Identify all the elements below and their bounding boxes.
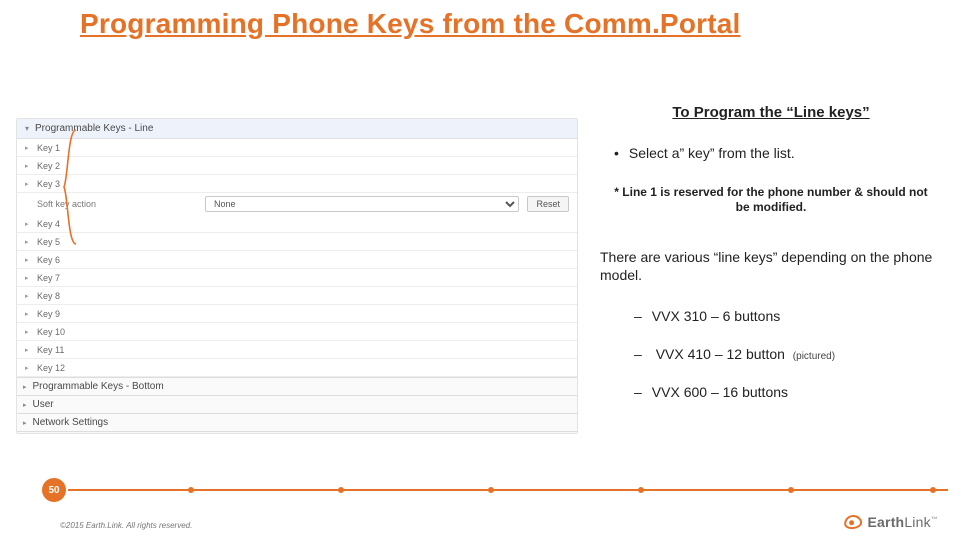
decorative-dotline [68, 489, 948, 491]
soft-key-action-label: Soft key action [37, 199, 197, 209]
chevron-down-icon: ▾ [25, 124, 29, 133]
settings-section-row[interactable]: ▸ User [17, 395, 577, 413]
note-line1-reserved: * Line 1 is reserved for the phone numbe… [606, 185, 936, 215]
chevron-right-icon: ▸ [23, 383, 27, 391]
key-label: Key 3 [37, 179, 60, 189]
settings-section-row[interactable]: ▸ Programmable Keys - Bottom [17, 377, 577, 395]
subheading: To Program the “Line keys” [600, 104, 942, 121]
settings-panel: ▾ Programmable Keys - Line ▸Key 1▸Key 2▸… [16, 118, 578, 434]
chevron-right-icon: ▸ [25, 220, 31, 228]
slide-footer: 50 ©2015 Earth.Link. All rights reserved… [0, 478, 960, 540]
section-label: User [33, 399, 54, 410]
key-row[interactable]: ▸ Key 7 [17, 269, 577, 287]
panel-header-programmable-keys-line[interactable]: ▾ Programmable Keys - Line [17, 119, 577, 139]
instructions-column: To Program the “Line keys” Select a” key… [600, 104, 942, 422]
chevron-right-icon: ▸ [25, 256, 31, 264]
key-label: Key 10 [37, 327, 65, 337]
key-action-subrow: Soft key action None Reset [17, 193, 577, 215]
chevron-right-icon: ▸ [25, 274, 31, 282]
key-row[interactable]: ▸ Key 5 [17, 233, 577, 251]
section-list: ▸ Programmable Keys - Bottom ▸ User ▸ Network… [17, 377, 577, 434]
trademark-icon: ™ [931, 516, 938, 523]
key-row[interactable]: ▸ Key 4 [17, 215, 577, 233]
chevron-right-icon: ▸ [25, 292, 31, 300]
chevron-right-icon: ▸ [25, 144, 31, 152]
key-row[interactable]: ▸ Key 10 [17, 323, 577, 341]
key-label: Key 7 [37, 273, 60, 283]
key-row[interactable]: ▸ Key 2 [17, 157, 577, 175]
key-row[interactable]: ▸ Key 1 [17, 139, 577, 157]
chevron-right-icon: ▸ [25, 346, 31, 354]
brand-word-1: Earth [868, 514, 905, 530]
soft-key-action-select[interactable]: None [205, 196, 519, 212]
settings-section-row[interactable]: ▸ Network Settings [17, 413, 577, 431]
earthlink-orb-icon [843, 514, 863, 530]
key-label: Key 2 [37, 161, 60, 171]
bullet-select-key: Select a” key” from the list. [614, 145, 942, 161]
settings-section-row[interactable]: ▸Paging Groups [17, 431, 577, 434]
section-label: Network Settings [33, 417, 109, 428]
key-row[interactable]: ▸ Key 11 [17, 341, 577, 359]
page-title: Programming Phone Keys from the Comm.Por… [80, 8, 741, 40]
key-row[interactable]: ▸ Key 6 [17, 251, 577, 269]
key-label: Key 1 [37, 143, 60, 153]
chevron-right-icon: ▸ [23, 419, 27, 427]
page-number-badge: 50 [42, 478, 66, 502]
key-list: ▸ Key 1 ▸ Key 2 ▸ Key 3 Soft key action None Res… [17, 139, 577, 377]
key-label: Key 8 [37, 291, 60, 301]
key-row[interactable]: ▸ Key 9 [17, 305, 577, 323]
brand-word-2: Link [904, 514, 930, 530]
key-label: Key 9 [37, 309, 60, 319]
chevron-right-icon: ▸ [25, 162, 31, 170]
key-row[interactable]: ▸ Key 3 [17, 175, 577, 193]
reset-button[interactable]: Reset [527, 196, 569, 212]
chevron-right-icon: ▸ [25, 238, 31, 246]
model-vvx310: VVX 310 – 6 buttons [634, 308, 942, 324]
model-vvx600: VVX 600 – 16 buttons [634, 384, 942, 400]
chevron-right-icon: ▸ [25, 328, 31, 336]
model-vvx410-pictured: (pictured) [793, 351, 835, 362]
chevron-right-icon: ▸ [25, 180, 31, 188]
copyright-text: ©2015 Earth.Link. All rights reserved. [60, 521, 192, 530]
model-vvx410-main: VVX 410 – 12 button [656, 346, 785, 362]
key-label: Key 12 [37, 363, 65, 373]
chevron-right-icon: ▸ [25, 310, 31, 318]
key-row[interactable]: ▸ Key 8 [17, 287, 577, 305]
model-vvx410: VVX 410 – 12 button (pictured) [634, 346, 942, 362]
panel-header-label: Programmable Keys - Line [35, 123, 153, 134]
key-label: Key 4 [37, 219, 60, 229]
chevron-right-icon: ▸ [23, 401, 27, 409]
key-label: Key 6 [37, 255, 60, 265]
chevron-right-icon: ▸ [25, 364, 31, 372]
key-row[interactable]: ▸ Key 12 [17, 359, 577, 377]
section-label: Programmable Keys - Bottom [33, 381, 164, 392]
key-label: Key 11 [37, 345, 64, 355]
key-label: Key 5 [37, 237, 60, 247]
paragraph-models: There are various “line keys” depending … [600, 249, 938, 284]
brand-logo: EarthLink™ [844, 514, 938, 530]
